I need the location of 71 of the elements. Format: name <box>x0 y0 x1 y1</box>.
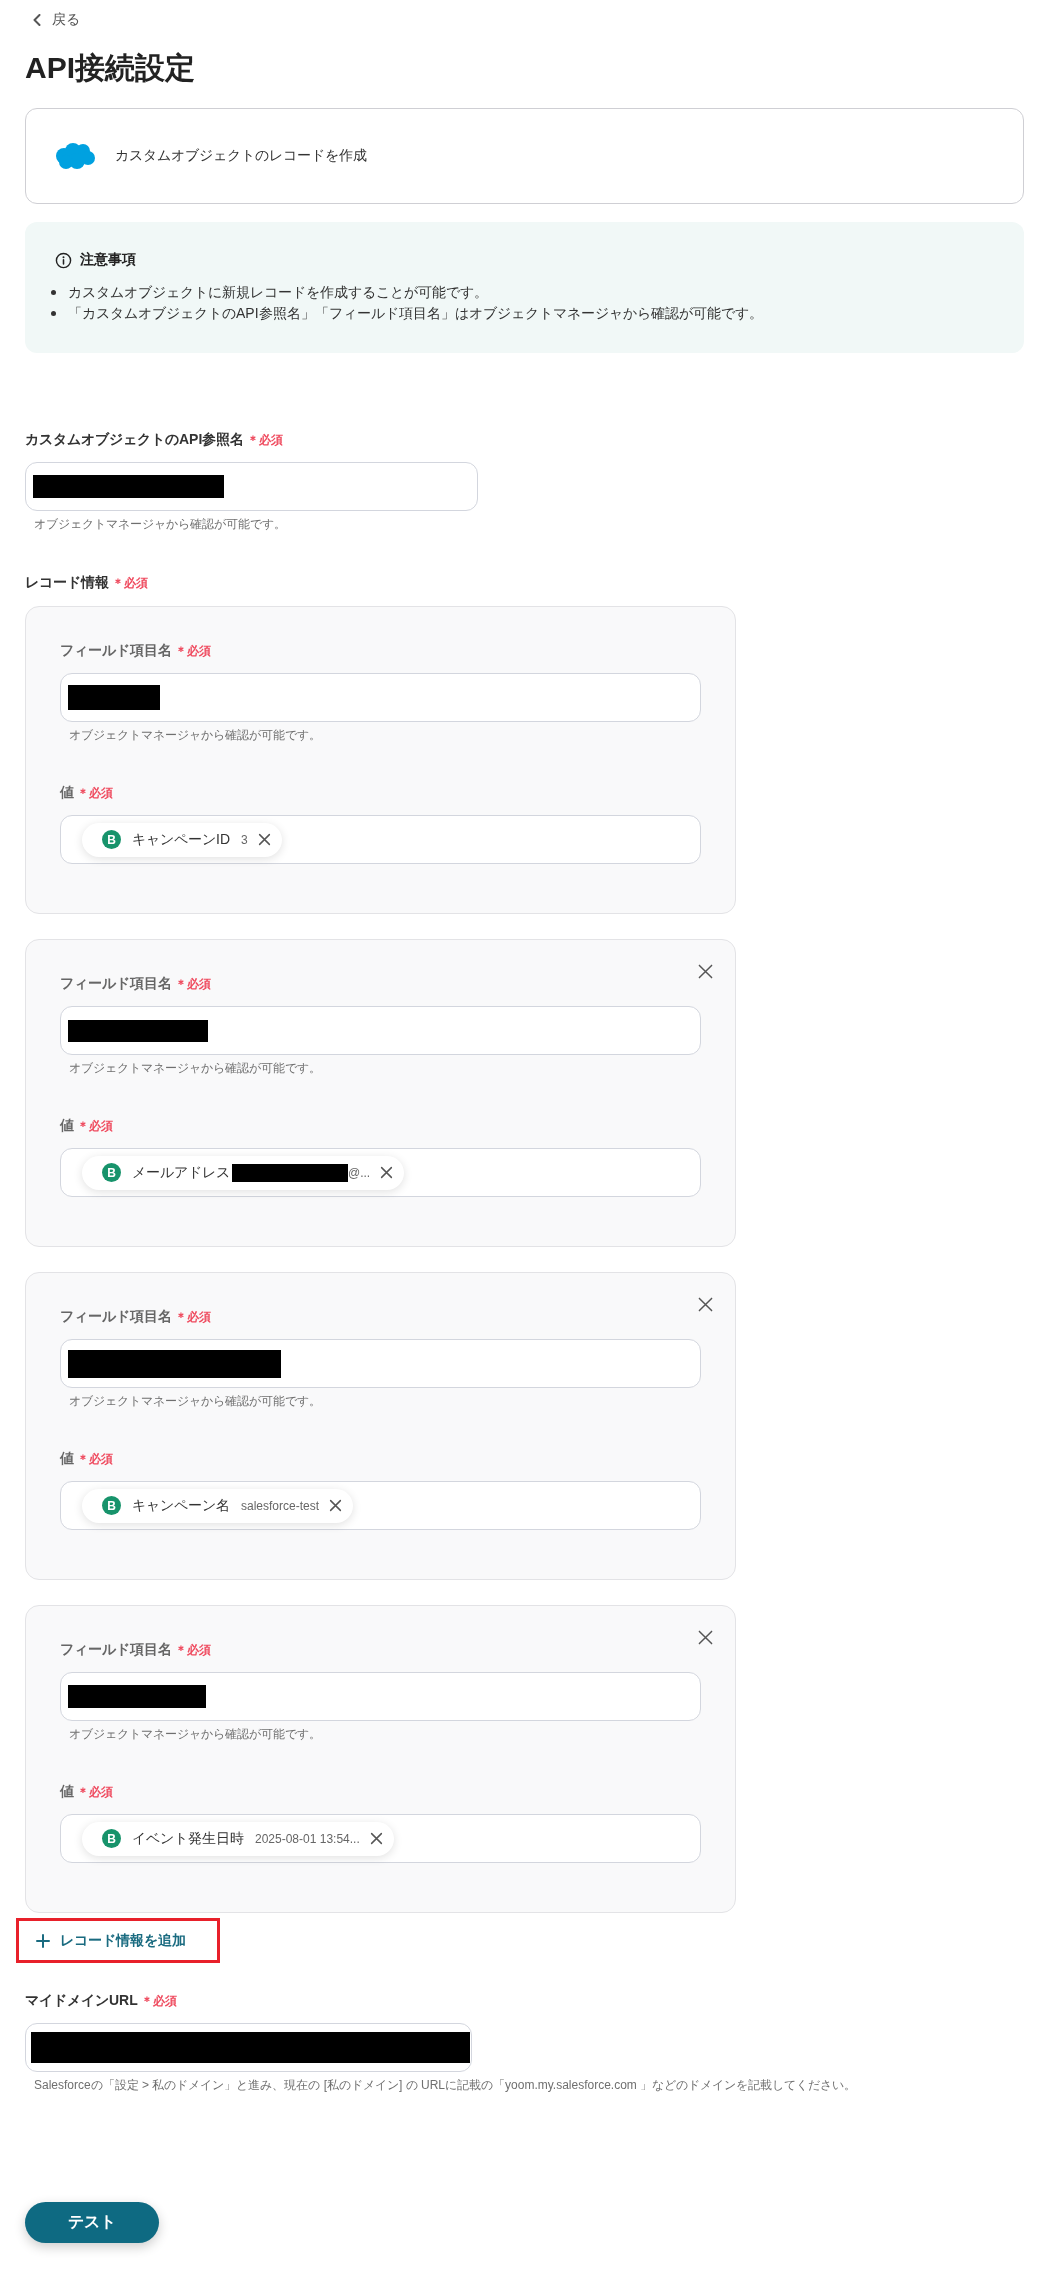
input-field[interactable] <box>60 1006 701 1055</box>
input-field[interactable] <box>60 1672 701 1721</box>
close-icon[interactable] <box>698 1297 713 1312</box>
chip-value: salesforce-test <box>241 1498 320 1513</box>
required-mark: ＊必須 <box>175 642 211 660</box>
required-mark: ＊必須 <box>77 784 113 802</box>
chip-value: @... <box>348 1165 371 1180</box>
cloud-icon <box>54 141 96 171</box>
bullet-icon <box>51 311 56 316</box>
notice-text: 「カスタムオブジェクトのAPI参照名」「フィールド項目名」はオブジェクトマネージャから確認が可能です。 <box>68 304 763 323</box>
chip-value: 3 <box>241 832 248 847</box>
input-field[interactable] <box>25 2023 472 2072</box>
required-mark: ＊必須 <box>77 1450 113 1468</box>
plus-icon <box>36 1933 50 1948</box>
chip-value: 2025-08-01 13:54... <box>255 1831 360 1846</box>
close-icon[interactable] <box>329 1499 343 1512</box>
required-mark: ＊必須 <box>77 1783 113 1801</box>
info-icon <box>55 251 72 269</box>
field-label: フィールド項目名 <box>60 975 172 993</box>
chevron-left-icon <box>33 14 41 26</box>
required-mark: ＊必須 <box>247 431 284 449</box>
test-button[interactable]: テスト <box>25 2202 159 2243</box>
input-field[interactable] <box>60 1339 701 1388</box>
input-field[interactable]: B キャンペーンID 3 <box>60 815 701 864</box>
required-mark: ＊必須 <box>112 574 148 592</box>
field-label: フィールド項目名 <box>60 1308 172 1326</box>
field-label: カスタムオブジェクトのAPI参照名 <box>25 431 245 449</box>
field-label: 値 <box>60 784 74 802</box>
source-badge: B <box>102 1163 121 1182</box>
field-label: 値 <box>60 1783 74 1801</box>
source-badge: B <box>102 830 121 849</box>
field-hint: オブジェクトマネージャから確認が可能です。 <box>68 1393 321 1410</box>
field-label: レコード情報 <box>25 574 109 592</box>
add-record-button[interactable]: レコード情報を追加 <box>16 1918 220 1963</box>
field-hint: オブジェクトマネージャから確認が可能です。 <box>68 1060 321 1077</box>
required-mark: ＊必須 <box>77 1117 113 1135</box>
notice-title: 注意事項 <box>80 251 136 269</box>
notice-text: カスタムオブジェクトに新規レコードを作成することが可能です。 <box>68 283 488 302</box>
close-icon[interactable] <box>380 1166 394 1179</box>
chip-label: キャンペーンID <box>132 830 230 849</box>
action-title: カスタムオブジェクトのレコードを作成 <box>115 147 367 165</box>
field-label: 値 <box>60 1117 74 1135</box>
close-icon[interactable] <box>698 1630 713 1645</box>
input-field[interactable] <box>25 462 478 511</box>
chip-label: イベント発生日時 <box>132 1829 244 1848</box>
input-field[interactable] <box>60 673 701 722</box>
required-mark: ＊必須 <box>175 1308 211 1326</box>
input-field[interactable]: B メールアドレス @... <box>60 1148 701 1197</box>
source-badge: B <box>102 1829 121 1848</box>
field-hint: オブジェクトマネージャから確認が可能です。 <box>33 516 286 533</box>
field-hint: Salesforceの「設定 > 私のドメイン」と進み、現在の [私のドメイン] の URLに記載の「yoom.my.salesforce.com 」などのドメインを記載してください。 <box>33 2077 857 2094</box>
close-icon[interactable] <box>257 833 271 846</box>
bullet-icon <box>51 290 56 295</box>
chip-label: メールアドレス <box>132 1163 230 1182</box>
field-label: マイドメインURL <box>25 1992 138 2010</box>
input-field[interactable]: B キャンペーン名 salesforce-test <box>60 1481 701 1530</box>
close-icon[interactable] <box>369 1832 383 1845</box>
source-badge: B <box>102 1496 121 1515</box>
required-mark: ＊必須 <box>175 1641 211 1659</box>
close-icon[interactable] <box>698 964 713 979</box>
field-hint: オブジェクトマネージャから確認が可能です。 <box>68 727 321 744</box>
required-mark: ＊必須 <box>140 1992 177 2010</box>
field-label: フィールド項目名 <box>60 1641 172 1659</box>
field-label: 値 <box>60 1450 74 1468</box>
input-field[interactable]: B イベント発生日時 2025-08-01 13:54... <box>60 1814 701 1863</box>
field-hint: オブジェクトマネージャから確認が可能です。 <box>68 1726 321 1743</box>
back-link[interactable]: 戻る <box>33 10 80 30</box>
page-title: API接続設定 <box>25 50 196 86</box>
required-mark: ＊必須 <box>175 975 211 993</box>
field-label: フィールド項目名 <box>60 642 172 660</box>
chip-label: キャンペーン名 <box>132 1496 230 1515</box>
